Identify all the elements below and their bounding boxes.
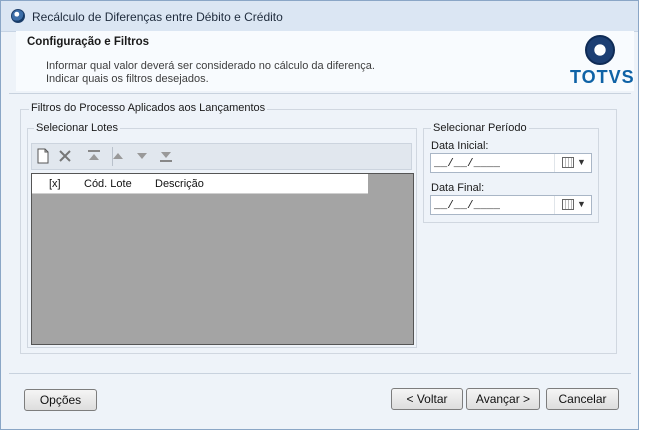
start-date-label: Data Inicial: (431, 140, 489, 152)
column-header-description[interactable]: Descrição (155, 178, 204, 190)
column-header-select[interactable]: [x] (49, 178, 61, 190)
header-divider (9, 93, 631, 94)
filters-group-label: Filtros do Processo Aplicados aos Lançam… (29, 102, 268, 114)
delete-icon[interactable] (57, 148, 73, 164)
header-description-1: Informar qual valor deverá ser considera… (46, 60, 375, 72)
dialog-window: Recálculo de Diferenças entre Débito e C… (0, 0, 639, 430)
calendar-icon (562, 157, 574, 168)
logo-text: TOTVS (570, 67, 635, 87)
move-bottom-icon[interactable] (158, 148, 174, 164)
app-icon (11, 9, 25, 23)
next-button[interactable]: Avançar > (466, 388, 540, 410)
new-icon[interactable] (35, 148, 51, 164)
grid-header: [x] Cód. Lote Descrição (32, 174, 368, 194)
calendar-icon (562, 199, 574, 210)
chevron-down-icon: ▼ (577, 199, 586, 209)
end-date-label: Data Final: (431, 182, 485, 194)
cancel-button[interactable]: Cancelar (546, 388, 619, 410)
options-button[interactable]: Opções (24, 389, 97, 411)
move-top-icon[interactable] (86, 148, 102, 164)
start-date-picker-button[interactable]: ▼ (554, 154, 591, 172)
wizard-header: Configuração e Filtros Informar qual val… (16, 31, 634, 91)
period-group-label: Selecionar Período (431, 122, 529, 134)
start-date-field[interactable]: __/__/____ ▼ (430, 153, 592, 173)
page-title: Configuração e Filtros (27, 36, 150, 48)
lots-toolbar (31, 143, 412, 170)
lots-group-label: Selecionar Lotes (34, 122, 120, 134)
column-header-lot-code[interactable]: Cód. Lote (84, 178, 132, 190)
end-date-field[interactable]: __/__/____ ▼ (430, 195, 592, 215)
move-down-icon[interactable] (134, 148, 150, 164)
totvs-logo-icon (585, 35, 615, 65)
window-title: Recálculo de Diferenças entre Débito e C… (32, 10, 283, 24)
end-date-value: __/__/____ (434, 200, 501, 212)
background-edge (639, 0, 645, 432)
lots-grid[interactable]: [x] Cód. Lote Descrição (31, 173, 414, 345)
move-up-icon[interactable] (110, 148, 126, 164)
start-date-value: __/__/____ (434, 158, 501, 170)
header-description-2: Indicar quais os filtros desejados. (46, 73, 209, 85)
back-button[interactable]: < Voltar (391, 388, 463, 410)
title-bar: Recálculo de Diferenças entre Débito e C… (1, 1, 638, 32)
footer-divider (9, 373, 631, 374)
end-date-picker-button[interactable]: ▼ (554, 196, 591, 214)
chevron-down-icon: ▼ (577, 157, 586, 167)
